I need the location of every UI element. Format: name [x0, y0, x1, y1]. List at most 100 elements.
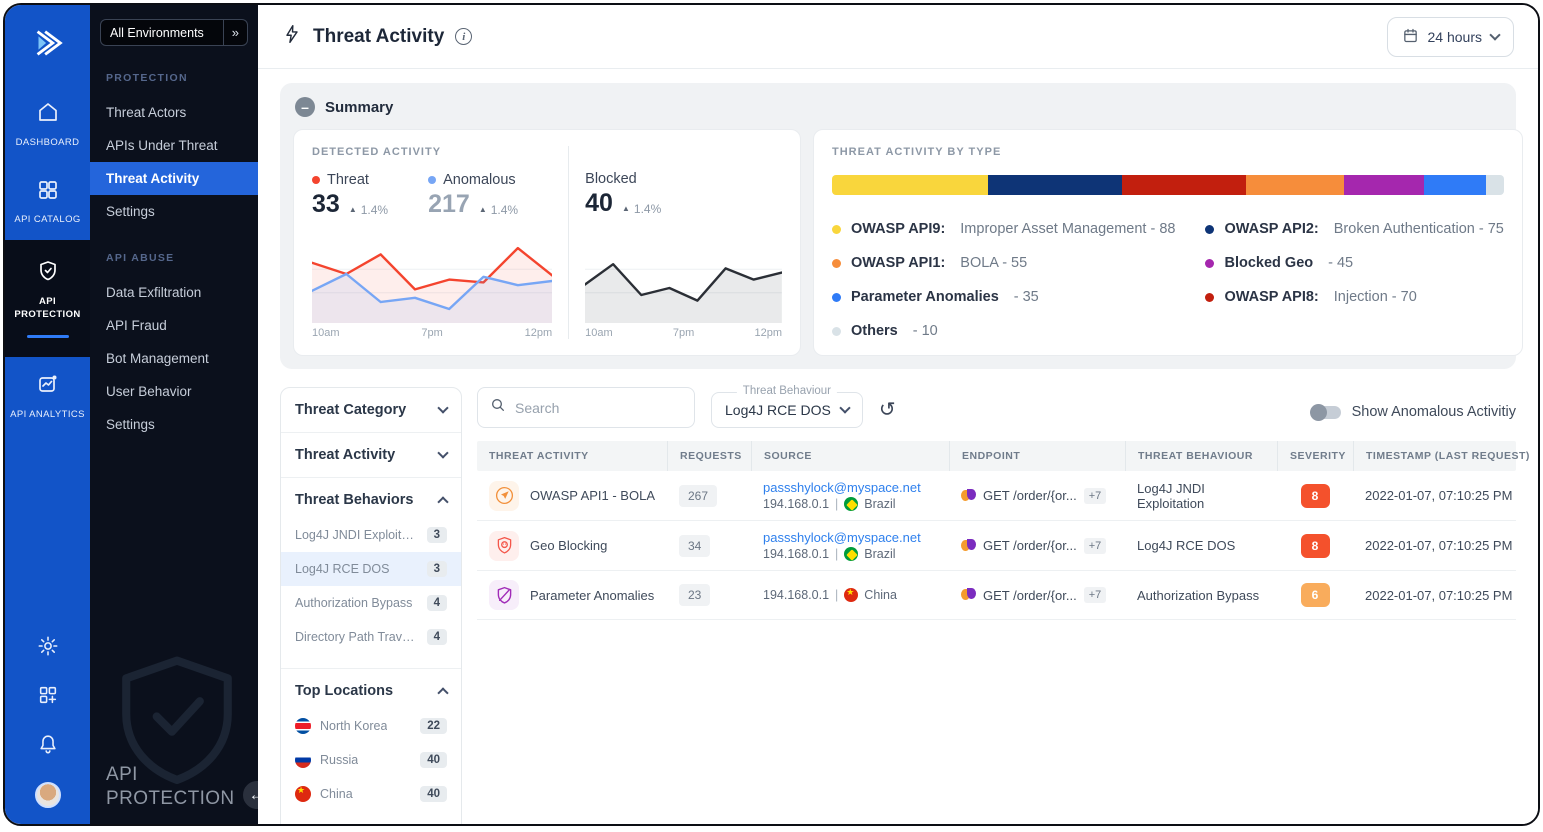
filter-top-locations[interactable]: Top Locations — [295, 683, 447, 699]
endpoint-value: GET /order/{or... — [983, 588, 1077, 603]
home-icon — [36, 100, 60, 129]
sidebar-item-data-exfiltration[interactable]: Data Exfiltration — [90, 276, 258, 309]
user-avatar[interactable] — [35, 782, 61, 808]
reset-filters-icon[interactable]: ↺ — [879, 397, 896, 428]
behavior-directory-path-traversal[interactable]: Directory Path Traversal4 — [281, 620, 461, 654]
sidebar-item-bot-management[interactable]: Bot Management — [90, 342, 258, 375]
endpoint-value: GET /order/{or... — [983, 488, 1077, 503]
sidebar-item-threat-activity[interactable]: Threat Activity — [90, 162, 258, 195]
search-icon — [490, 397, 506, 418]
rail-item-api-analytics[interactable]: API ANALYTICS — [5, 357, 90, 435]
page-header: Threat Activity i 24 hours — [258, 5, 1538, 69]
rail-item-api-catalog[interactable]: API CATALOG — [5, 163, 90, 241]
source-email-link[interactable]: passshylock@myspace.net — [763, 530, 937, 545]
summary-panel: – Summary DETECTED ACTIVITY Threat 33▲1.… — [280, 83, 1516, 369]
endpoint-icon — [961, 489, 976, 503]
sidebar-item-apis-under-threat[interactable]: APIs Under Threat — [90, 129, 258, 162]
trend-up-icon: ▲ — [349, 205, 357, 214]
info-icon[interactable]: i — [455, 28, 472, 45]
legend-item: OWASP API2:Broken Authentication - 75 — [1205, 221, 1503, 237]
sidebar-item-settings[interactable]: Settings — [90, 195, 258, 228]
rail-item-api-protection[interactable]: API PROTECTION — [5, 240, 90, 356]
location-north-korea[interactable]: North Korea22 — [281, 709, 461, 743]
behavior-log4j-jndi[interactable]: Log4J JNDI Exploitation3 — [281, 518, 461, 552]
chevron-up-icon — [437, 687, 448, 698]
flag-china-icon — [295, 786, 311, 802]
toggle-knob — [1310, 404, 1327, 421]
integrations-icon[interactable] — [37, 684, 59, 706]
chevron-down-icon — [437, 447, 448, 458]
requests-badge: 23 — [679, 584, 710, 606]
rail-bottom — [5, 635, 90, 824]
environment-expand-icon[interactable]: » — [223, 20, 247, 45]
threat-behaviour-select[interactable]: Threat Behaviour Log4J RCE DOS — [711, 392, 863, 428]
threat-behaviour-select-label: Threat Behaviour — [737, 385, 837, 397]
parameter-anomalies-slash-icon — [489, 580, 519, 610]
col-timestamp: TIMESTAMP (LAST REQUEST) — [1353, 441, 1538, 471]
table-row[interactable]: OWASP API1 - BOLA 267 passshylock@myspac… — [477, 471, 1516, 521]
legend-dot — [832, 293, 841, 302]
sidebar-item-threat-actors[interactable]: Threat Actors — [90, 96, 258, 129]
threat-behaviour-select-value: Log4J RCE DOS — [725, 402, 831, 418]
legend-item: Others- 10 — [832, 323, 1175, 339]
behavior-authorization-bypass[interactable]: Authorization Bypass4 — [281, 586, 461, 620]
behavior-log4j-rce-dos[interactable]: Log4J RCE DOS3 — [281, 552, 461, 586]
table-region: Threat Behaviour Log4J RCE DOS ↺ Show An… — [477, 387, 1516, 620]
section-label-api-abuse: API ABUSE — [106, 252, 242, 264]
col-threat-behaviour: THREAT BEHAVIOUR — [1125, 441, 1277, 471]
trend-up-icon: ▲ — [622, 204, 630, 213]
filter-threat-behaviors[interactable]: Threat Behaviors — [295, 492, 447, 508]
endpoint-more-badge[interactable]: +7 — [1084, 587, 1107, 603]
time-range-dropdown[interactable]: 24 hours — [1387, 17, 1514, 57]
bar-segment — [1344, 175, 1424, 195]
legend-item: OWASP API9:Improper Asset Management - 8… — [832, 221, 1175, 237]
location-russia[interactable]: Russia40 — [281, 743, 461, 777]
x-axis-labels: 10am7pm12pm — [585, 327, 782, 339]
detected-activity-chart: 10am7pm12pm — [312, 239, 552, 339]
geo-blocking-shield-icon — [489, 531, 519, 561]
sidebar-item-abuse-settings[interactable]: Settings — [90, 408, 258, 441]
table-row[interactable]: Geo Blocking 34 passshylock@myspace.net … — [477, 521, 1516, 571]
legend-dot — [1205, 259, 1214, 268]
blocked-chart: 10am7pm12pm — [585, 239, 782, 339]
location-china[interactable]: China40 — [281, 777, 461, 811]
threat-behaviour-value: Log4J RCE DOS — [1125, 529, 1277, 562]
chevron-down-icon — [1489, 29, 1500, 40]
chevron-up-icon — [437, 496, 448, 507]
app-logo[interactable] — [5, 5, 90, 85]
environment-selector[interactable]: All Environments » — [100, 19, 248, 46]
search-box[interactable] — [477, 387, 695, 428]
filter-threat-activity[interactable]: Threat Activity — [295, 447, 447, 463]
rail-item-dashboard[interactable]: DASHBOARD — [5, 85, 90, 163]
icon-rail: DASHBOARD API CATALOG API PROTECTION API… — [5, 5, 90, 824]
app-window: DASHBOARD API CATALOG API PROTECTION API… — [3, 3, 1540, 826]
table-row[interactable]: Parameter Anomalies 23 194.168.0.1|China… — [477, 571, 1516, 620]
source-email-link[interactable]: passshylock@myspace.net — [763, 480, 937, 495]
filter-threat-category[interactable]: Threat Category — [295, 402, 447, 418]
logo-icon — [29, 24, 67, 67]
main-content: Threat Activity i 24 hours – Summary DE — [258, 5, 1538, 824]
legend-dot — [832, 259, 841, 268]
endpoint-more-badge[interactable]: +7 — [1084, 538, 1107, 554]
sidebar-item-user-behavior[interactable]: User Behavior — [90, 375, 258, 408]
flag-china-icon — [844, 588, 858, 602]
source-ip-country: 194.168.0.1|China — [763, 588, 937, 602]
timestamp-value: 2022-01-07, 07:10:25 PM — [1353, 579, 1516, 612]
bar-segment — [988, 175, 1121, 195]
search-input[interactable] — [515, 400, 682, 416]
threat-dot — [312, 176, 320, 184]
legend-item: OWASP API8:Injection - 70 — [1205, 289, 1503, 305]
show-anomalous-toggle[interactable] — [1311, 406, 1341, 419]
endpoint-more-badge[interactable]: +7 — [1084, 488, 1107, 504]
legend-item: OWASP API1:BOLA - 55 — [832, 255, 1175, 271]
settings-gear-icon[interactable] — [37, 635, 59, 657]
col-source: SOURCE — [751, 441, 949, 471]
collapse-summary-button[interactable]: – — [295, 97, 315, 117]
sidebar-item-api-fraud[interactable]: API Fraud — [90, 309, 258, 342]
calendar-icon — [1402, 27, 1419, 47]
bar-segment — [832, 175, 988, 195]
chevron-down-icon — [437, 402, 448, 413]
legend-dot — [832, 225, 841, 234]
sidebar-collapse-button[interactable]: ← — [240, 778, 258, 812]
notifications-bell-icon[interactable] — [37, 733, 59, 755]
